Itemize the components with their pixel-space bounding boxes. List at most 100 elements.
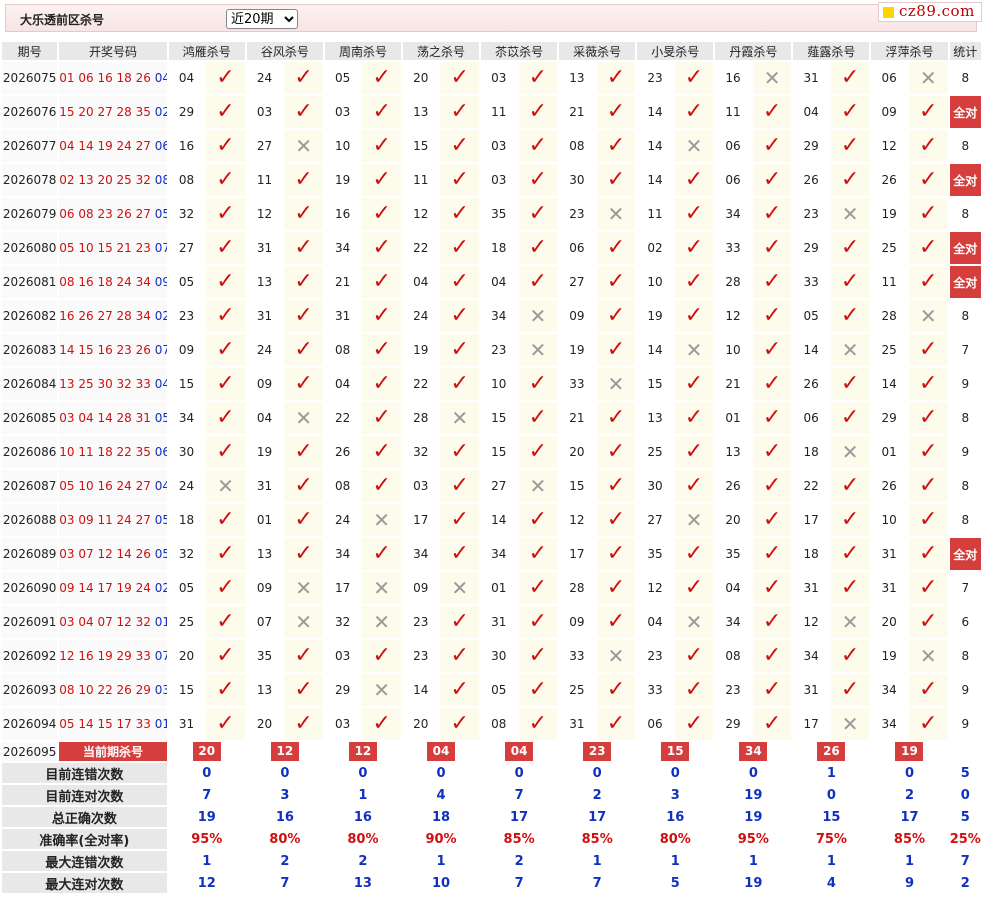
check-icon: ✓ <box>372 643 391 668</box>
kill-number: 10 <box>637 266 673 298</box>
hit-check-icon: ✓ <box>674 232 714 264</box>
miss-cross-icon: ✕ <box>674 334 714 366</box>
kill-number: 09 <box>246 368 283 400</box>
hit-check-icon: ✓ <box>830 62 870 94</box>
header-expert[interactable]: 周南杀号 <box>324 42 401 60</box>
hit-check-icon: ✓ <box>284 708 323 740</box>
draw-front-numbers: 08 10 22 26 29 <box>59 682 151 697</box>
hit-check-icon: ✓ <box>830 266 870 298</box>
header-expert[interactable]: 荡之杀号 <box>402 42 480 60</box>
hit-check-icon: ✓ <box>674 402 714 434</box>
stats-value: 9 <box>871 873 948 893</box>
kill-number: 19 <box>402 334 439 366</box>
kill-number: 31 <box>793 62 829 94</box>
hit-check-icon: ✓ <box>674 62 714 94</box>
kill-number: 05 <box>168 572 205 604</box>
draw-front-numbers: 05 10 16 24 27 <box>59 478 151 493</box>
kill-number: 28 <box>402 402 439 434</box>
check-icon: ✓ <box>294 643 313 668</box>
check-icon: ✓ <box>606 609 626 634</box>
kill-number: 04 <box>324 368 361 400</box>
kill-number: 19 <box>559 334 595 366</box>
current-issue: 2026095 <box>2 742 58 761</box>
hit-check-icon: ✓ <box>908 606 948 638</box>
stats-row: 目前连错次数 0 0 0 0 0 0 0 0 1 0 5 <box>2 763 981 783</box>
stats-label: 目前连对次数 <box>2 785 167 805</box>
kill-number: 24 <box>168 470 205 502</box>
draw-numbers: 03 04 07 12 32 01 02 <box>59 606 167 638</box>
cross-icon: ✕ <box>607 202 625 226</box>
hit-check-icon: ✓ <box>362 402 401 434</box>
hit-check-icon: ✓ <box>518 368 558 400</box>
issue-number: 2026078 <box>2 164 58 196</box>
hit-check-icon: ✓ <box>674 198 714 230</box>
kill-number: 13 <box>402 96 439 128</box>
header-expert[interactable]: 鸿雁杀号 <box>168 42 245 60</box>
kill-number: 29 <box>168 96 205 128</box>
check-icon: ✓ <box>919 575 938 600</box>
check-icon: ✓ <box>919 269 938 294</box>
check-icon: ✓ <box>294 507 313 532</box>
header-expert[interactable]: 苶苡杀号 <box>481 42 558 60</box>
hit-check-icon: ✓ <box>830 368 870 400</box>
header-expert[interactable]: 薤露杀号 <box>793 42 870 60</box>
check-icon: ✓ <box>294 711 313 736</box>
kill-number: 23 <box>559 198 595 230</box>
kill-number: 04 <box>246 402 283 434</box>
hit-check-icon: ✓ <box>674 96 714 128</box>
issue-number: 2026087 <box>2 470 58 502</box>
check-icon: ✓ <box>606 711 626 736</box>
header-expert[interactable]: 丹霞杀号 <box>715 42 792 60</box>
site-logo[interactable]: cz89.com <box>878 2 982 22</box>
stats-value: 15 <box>793 807 870 827</box>
draw-back-numbers: 02 09 <box>154 580 167 595</box>
kill-number: 32 <box>402 436 439 468</box>
check-icon: ✓ <box>216 133 235 158</box>
hit-check-icon: ✓ <box>284 62 323 94</box>
issue-number: 2026090 <box>2 572 58 604</box>
stats-value: 7 <box>481 785 558 805</box>
stats-value: 90% <box>402 829 480 849</box>
kill-number: 25 <box>637 436 673 468</box>
draw-back-numbers: 06 12 <box>154 444 167 459</box>
header-expert[interactable]: 浮萍杀号 <box>871 42 948 60</box>
hit-check-icon: ✓ <box>206 130 245 162</box>
table-row: 202607615 20 27 28 35 02 1129 ✓ 03 ✓ 03 ✓ 13 ✓ 1… <box>2 96 981 128</box>
kill-number: 14 <box>481 504 517 536</box>
stats-value: 0 <box>793 785 870 805</box>
check-icon: ✓ <box>919 609 938 634</box>
stats-value: 0 <box>637 763 714 783</box>
hit-check-icon: ✓ <box>206 334 245 366</box>
kill-number: 29 <box>871 402 907 434</box>
hit-check-icon: ✓ <box>284 96 323 128</box>
hit-check-icon: ✓ <box>908 368 948 400</box>
stats-value: 7 <box>481 873 558 893</box>
kill-number: 31 <box>246 232 283 264</box>
hit-check-icon: ✓ <box>674 436 714 468</box>
hit-check-icon: ✓ <box>284 198 323 230</box>
hit-check-icon: ✓ <box>284 504 323 536</box>
hit-check-icon: ✓ <box>440 266 480 298</box>
table-row: 202609212 16 19 29 33 07 0920 ✓ 35 ✓ 03 ✓ 23 ✓ 3… <box>2 640 981 672</box>
header-expert[interactable]: 采薇杀号 <box>559 42 636 60</box>
check-icon: ✓ <box>372 99 391 124</box>
kill-number: 30 <box>637 470 673 502</box>
kill-number: 11 <box>637 198 673 230</box>
cross-icon: ✕ <box>685 134 703 158</box>
draw-numbers: 09 14 17 19 24 02 09 <box>59 572 167 604</box>
header-expert[interactable]: 小旻杀号 <box>637 42 714 60</box>
kill-number: 26 <box>793 368 829 400</box>
correct-count: 7 <box>949 334 981 366</box>
hit-check-icon: ✓ <box>518 504 558 536</box>
header-expert[interactable]: 谷风杀号 <box>246 42 323 60</box>
check-icon: ✓ <box>762 643 782 668</box>
hit-check-icon: ✓ <box>440 538 480 570</box>
correct-count: 8 <box>949 470 981 502</box>
kill-number: 23 <box>402 606 439 638</box>
stats-value: 19 <box>715 873 792 893</box>
kill-number: 05 <box>793 300 829 332</box>
period-select[interactable]: 近20期 <box>226 9 298 29</box>
check-icon: ✓ <box>606 507 626 532</box>
current-count-empty <box>949 742 981 761</box>
check-icon: ✓ <box>606 99 626 124</box>
